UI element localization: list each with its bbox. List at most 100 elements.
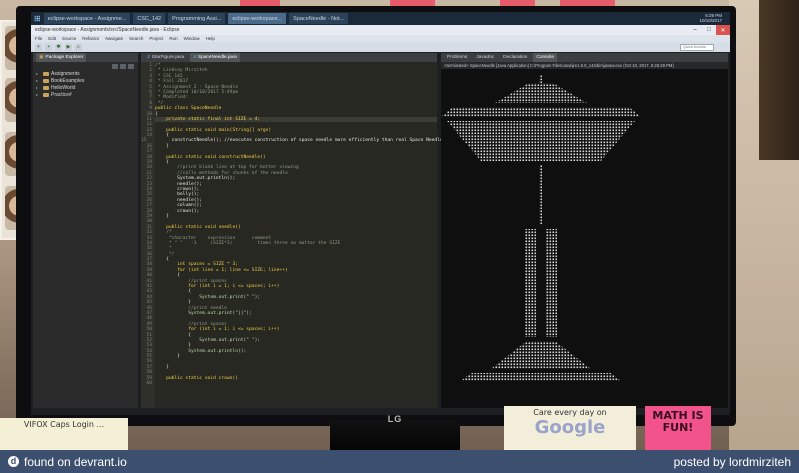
code-text: * " " -1 (SIZE*3) times three no matter …	[155, 240, 341, 246]
code-text: public class SpaceNeedle	[155, 106, 222, 112]
project-folder-icon	[43, 71, 49, 76]
menu-item-source[interactable]: Source	[62, 36, 76, 41]
code-text: private static final int SIZE = 4;	[155, 116, 261, 122]
taskbar-tab-label: eclipse-workspace - Assignme...	[47, 15, 127, 22]
project-folder-icon	[43, 92, 49, 97]
menu-item-file[interactable]: File	[35, 36, 42, 41]
found-on-text[interactable]: found on devrant.io	[24, 455, 127, 469]
tab-package-explorer[interactable]: ▣ Package Explorer	[36, 53, 87, 62]
package-explorer: ▣ Package Explorer ▸ Assignments ▸ BookExam…	[33, 53, 138, 408]
tree-item-project[interactable]: ▸ Assignments	[33, 70, 138, 77]
view-menu-icon[interactable]	[128, 63, 134, 69]
code-line: 15 constructNeedle(); //executes constru…	[141, 138, 443, 143]
chevron-right-icon[interactable]: ▸	[36, 85, 41, 90]
search-icon[interactable]: ⌕	[75, 43, 82, 51]
devrant-logo-icon: d	[8, 456, 19, 467]
monitor-logo: LG	[387, 414, 403, 424]
tab-label: Problems	[447, 55, 468, 60]
tree-item-label: Practice#	[51, 91, 72, 98]
menu-item-help[interactable]: Help	[206, 36, 215, 41]
link-editor-icon[interactable]	[120, 63, 126, 69]
console-header: <terminated> SpaceNeedle [Java Applicati…	[441, 62, 728, 69]
code-line: 60	[146, 381, 437, 386]
code-area[interactable]: 1/* 2 * Lindsay Mirziteh 3 * CSC 142 4 * Fa…	[141, 63, 443, 408]
ascii-saucer	[441, 107, 641, 117]
ascii-base-crown	[491, 341, 591, 369]
menu-item-refactor[interactable]: Refactor	[82, 36, 99, 41]
menu-item-search[interactable]: Search	[129, 36, 143, 41]
code-text: }	[155, 354, 180, 360]
code-text: System.out.print("||");	[155, 310, 252, 316]
debug-icon[interactable]: ✱	[55, 43, 62, 51]
close-button[interactable]: ✕	[716, 25, 730, 35]
menu-item-edit[interactable]: Edit	[48, 36, 56, 41]
taskbar-tab[interactable]: eclipse-workspace - Assignme...	[43, 13, 131, 24]
menu-bar: File Edit Source Refactor Navigate Search Proj…	[31, 35, 730, 42]
minimize-button[interactable]: –	[688, 25, 702, 35]
monitor-screen: ⊞ eclipse-workspace - Assignme... CSC_142 P…	[31, 12, 730, 415]
save-icon[interactable]: ▪	[45, 43, 52, 51]
package-explorer-tabbar: ▣ Package Explorer	[33, 53, 138, 62]
menu-item-navigate[interactable]: Navigate	[105, 36, 123, 41]
taskbar-tab[interactable]: eclipse-workspace...	[228, 13, 287, 24]
menu-item-run[interactable]: Run	[169, 36, 177, 41]
posted-by-text[interactable]: posted by lordmirziteh	[674, 455, 791, 469]
java-file-icon: J	[193, 55, 196, 60]
sticky-note-google: Care every day on Google	[504, 406, 636, 452]
note-google-text: Google	[534, 417, 606, 439]
run-icon[interactable]: ▶	[65, 43, 72, 51]
console-panel: Problems Javadoc Declaration Console <termi…	[441, 53, 728, 408]
photo-scene: LG ⊞ eclipse-workspace - Assignme... CSC_1…	[0, 0, 799, 473]
code-text: public static void crown()	[155, 375, 238, 381]
menu-item-window[interactable]: Window	[184, 36, 200, 41]
ascii-base	[461, 373, 621, 381]
line-number: 60	[146, 381, 152, 387]
note-text: VIFOX Caps Login ...	[23, 420, 105, 429]
chevron-right-icon[interactable]: ▸	[36, 78, 41, 83]
tab-label: SpaceNeedle.java	[197, 55, 237, 60]
chevron-right-icon[interactable]: ▸	[36, 71, 41, 76]
tree-item-project[interactable]: ▸ HelloWorld	[33, 84, 138, 91]
editor-tabbar: J StarFigure.java J SpaceNeedle.java	[141, 53, 437, 62]
tab-editor-file[interactable]: J SpaceNeedle.java	[190, 53, 240, 62]
ascii-belly	[447, 121, 635, 161]
taskbar-tab[interactable]: Programming Assi...	[168, 13, 226, 24]
tab-javadoc[interactable]: Javadoc	[473, 53, 497, 62]
taskbar-tab[interactable]: CSC_142	[133, 13, 166, 24]
ascii-column-gap	[536, 229, 546, 337]
tab-console[interactable]: Console	[533, 53, 558, 62]
code-text: }	[155, 143, 169, 149]
toolbar: + ▪ ✱ ▶ ⌕ Quick Access	[31, 42, 730, 52]
code-editor: J StarFigure.java J SpaceNeedle.java 1/* 2 *…	[141, 53, 443, 408]
footer-bar: d found on devrant.io posted by lordmirz…	[0, 450, 799, 473]
quick-access-input[interactable]: Quick Access	[680, 43, 714, 51]
tab-editor-file[interactable]: J StarFigure.java	[144, 53, 187, 62]
tree-item-project[interactable]: ▸ Practice#	[33, 91, 138, 98]
window-titlebar: eclipse-workspace - Assignments/src/Spac…	[31, 25, 730, 35]
tab-label: Javadoc	[476, 55, 495, 60]
tab-declaration[interactable]: Declaration	[500, 53, 530, 62]
ascii-crown-top	[495, 83, 587, 103]
clock-date: 10/10/2017	[699, 17, 722, 23]
package-icon: ▣	[39, 55, 44, 60]
tree-item-label: BookExamples	[51, 77, 85, 84]
windows-start-icon[interactable]: ⊞	[34, 14, 41, 23]
tree-item-project[interactable]: ▸ BookExamples	[33, 77, 138, 84]
taskbar-tab[interactable]: SpaceNeedle - Not...	[289, 13, 349, 24]
code-text: }	[155, 213, 169, 219]
collapse-all-icon[interactable]	[112, 63, 118, 69]
menu-item-project[interactable]: Project	[149, 36, 163, 41]
tab-problems[interactable]: Problems	[444, 53, 470, 62]
taskbar-tab-label: CSC_142	[137, 15, 162, 22]
console-ascii-output	[441, 75, 641, 381]
java-file-icon: J	[147, 55, 150, 60]
chevron-right-icon[interactable]: ▸	[36, 92, 41, 97]
tab-label: Console	[536, 55, 555, 60]
ascii-needle-middle	[539, 165, 542, 225]
project-folder-icon	[43, 78, 49, 83]
maximize-button[interactable]: □	[702, 25, 716, 35]
new-icon[interactable]: +	[35, 43, 42, 51]
note-text: Care every day on	[533, 408, 607, 417]
tree-item-label: HelloWorld	[51, 84, 76, 91]
code-text: public static void main(String[] args)	[155, 127, 272, 133]
